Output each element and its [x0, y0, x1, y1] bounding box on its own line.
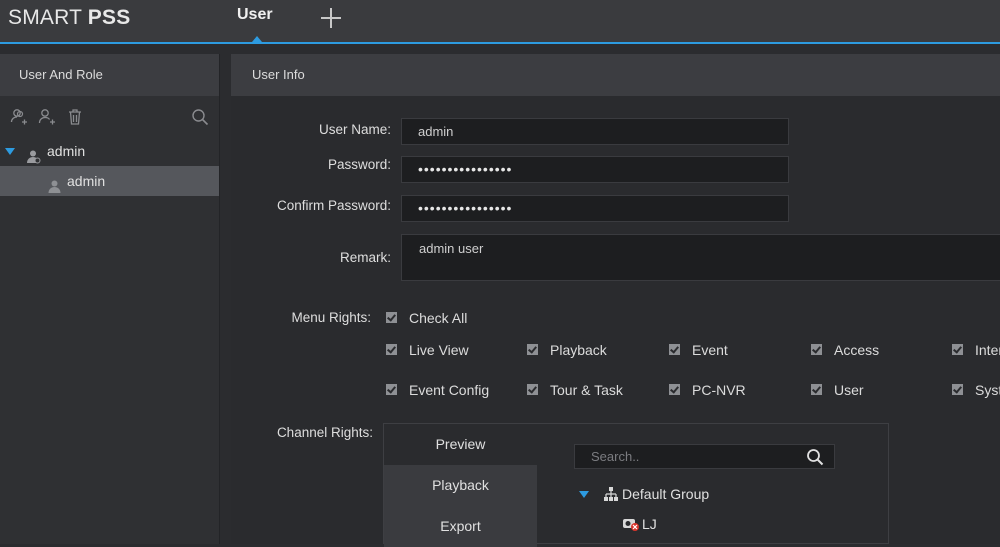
username-label: User Name: [318, 122, 391, 137]
user-role-panel: User And Role admin admin [0, 54, 220, 544]
user-icon [47, 174, 62, 193]
tree-item-role-admin[interactable]: admin [0, 136, 219, 166]
checkbox-icon [386, 344, 397, 355]
group-tree-icon [603, 486, 619, 502]
add-role-icon[interactable] [10, 108, 28, 126]
checkbox-icon [527, 384, 538, 395]
checkbox-icon [669, 384, 680, 395]
confirm-password-field[interactable]: •••••••••••••••• [401, 195, 789, 222]
search-icon[interactable] [191, 108, 209, 126]
menu-rights-label: Menu Rights: [291, 310, 371, 325]
tab-export[interactable]: Export [384, 506, 537, 547]
checkbox-icon [527, 344, 538, 355]
tree-item-user-admin[interactable]: admin [0, 166, 219, 196]
password-label: Password: [327, 157, 391, 172]
tree-item-label: admin [67, 173, 106, 189]
channel-search-input[interactable]: Search.. [574, 444, 835, 469]
user-role-title: User And Role [0, 54, 219, 96]
app-logo: SMART PSS [8, 6, 131, 29]
default-group-label[interactable]: Default Group [622, 486, 709, 502]
confirm-password-label: Confirm Password: [276, 198, 391, 213]
username-field[interactable]: admin [401, 118, 789, 145]
checkbox-icon [811, 344, 822, 355]
add-user-icon[interactable] [38, 108, 56, 126]
checkbox-icon [952, 384, 963, 395]
checkbox-icon [811, 384, 822, 395]
checkbox-icon [386, 384, 397, 395]
expand-arrow-icon[interactable] [5, 148, 15, 155]
channel-rights-box: Preview Playback Export Search.. Default… [383, 423, 889, 547]
top-bar: SMART PSS User [0, 0, 1000, 44]
remark-field[interactable]: admin user [401, 234, 1000, 281]
device-offline-icon [622, 516, 640, 532]
checkbox-icon [386, 312, 397, 323]
tab-preview[interactable]: Preview [384, 424, 537, 465]
remark-label: Remark: [339, 250, 391, 265]
search-icon[interactable] [806, 448, 824, 466]
active-tab-indicator [252, 36, 262, 42]
checkbox-icon [669, 344, 680, 355]
role-icon [26, 144, 41, 164]
user-info-title: User Info [231, 54, 1000, 96]
tree-item-label: admin [47, 143, 86, 159]
checkbox-icon [952, 344, 963, 355]
user-toolbar [0, 96, 219, 136]
channel-rights-label: Channel Rights: [276, 425, 373, 440]
expand-arrow-icon[interactable] [579, 491, 589, 498]
device-label[interactable]: LJ [642, 516, 657, 532]
password-field[interactable]: •••••••••••••••• [401, 156, 789, 183]
add-tab-icon[interactable] [320, 7, 342, 29]
tab-user[interactable]: User [237, 6, 273, 24]
tab-playback[interactable]: Playback [384, 465, 537, 506]
delete-icon[interactable] [66, 108, 84, 126]
user-info-panel: User Info User Name: admin Password: •••… [231, 54, 1000, 547]
